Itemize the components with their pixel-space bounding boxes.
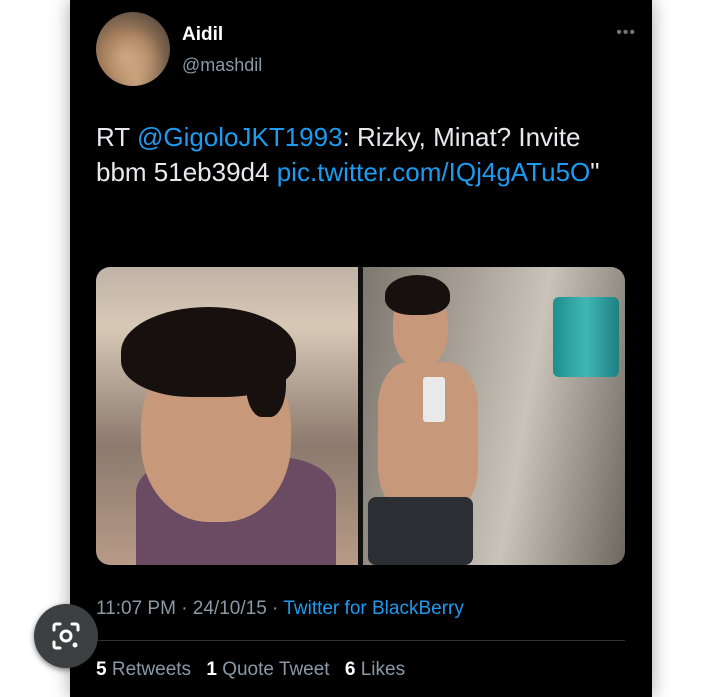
pic-link[interactable]: pic.twitter.com/IQj4gATu5O [277,157,591,187]
divider [96,640,625,641]
user-name[interactable]: Aidil [182,24,223,46]
quotes-count[interactable]: 1 [206,659,217,680]
tweet-time[interactable]: 11:07 PM · 24/10/15 · [96,598,278,619]
tweet-header: Aidil @mashdil ••• [96,12,636,92]
quotes-label[interactable]: Quote Tweet [222,659,329,680]
avatar[interactable] [96,12,170,86]
photo-right[interactable] [363,267,625,565]
tweet-text-suffix: " [590,157,600,187]
photo-left[interactable] [96,267,358,565]
likes-count[interactable]: 6 [345,659,356,680]
tweet-text: RT @GigoloJKT1993: Rizky, Minat? Invite … [96,120,636,190]
google-lens-icon [52,622,80,650]
tweet-stats: 5 Retweets 1 Quote Tweet 6 Likes [96,659,405,681]
user-handle[interactable]: @mashdil [182,55,262,76]
retweets-count[interactable]: 5 [96,659,107,680]
more-icon[interactable]: ••• [616,24,636,42]
mention-link[interactable]: @GigoloJKT1993 [137,122,343,152]
tweet-source[interactable]: Twitter for BlackBerry [283,598,464,619]
tweet-media[interactable] [96,267,625,565]
likes-label[interactable]: Likes [361,659,405,680]
tweet-card: Aidil @mashdil ••• RT @GigoloJKT1993: Ri… [70,0,652,697]
google-lens-button[interactable] [34,604,98,668]
tweet-meta: 11:07 PM · 24/10/15 · Twitter for BlackB… [96,598,464,620]
retweets-label[interactable]: Retweets [112,659,191,680]
tweet-text-prefix: RT [96,122,137,152]
